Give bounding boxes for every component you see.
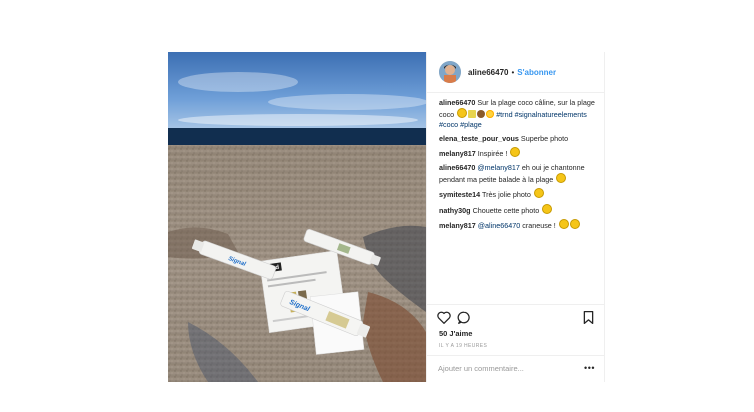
comment-input[interactable] bbox=[438, 364, 568, 373]
post-actions: 50 J'aime IL Y A 19 HEURES ••• bbox=[427, 304, 605, 383]
coconut-emoji-icon bbox=[477, 110, 486, 118]
bookmark-icon[interactable] bbox=[583, 310, 594, 329]
comment-username[interactable]: melany817 bbox=[439, 149, 476, 158]
comment-item: aline66470 @melany817 eh oui je chantonn… bbox=[439, 163, 597, 185]
comment-mention[interactable]: @melany817 bbox=[477, 163, 519, 172]
smiling-sunglasses-emoji-icon bbox=[556, 172, 567, 183]
gift-emoji-icon bbox=[468, 110, 477, 118]
post-timestamp: IL Y A 19 HEURES bbox=[439, 343, 488, 349]
comment-text: craneuse ! bbox=[522, 221, 556, 230]
post-photo[interactable]: trnd Signal Signal bbox=[168, 52, 426, 382]
likes-count[interactable]: 50 J'aime bbox=[439, 329, 472, 338]
caption-username[interactable]: aline66470 bbox=[439, 98, 475, 107]
avatar[interactable] bbox=[439, 61, 461, 83]
comment-item: nathy30g Chouette cette photo bbox=[439, 203, 597, 216]
more-options-icon[interactable]: ••• bbox=[584, 363, 595, 373]
comment-username[interactable]: aline66470 bbox=[439, 163, 475, 172]
laughing-emoji-icon bbox=[569, 219, 580, 229]
comment-username[interactable]: melany817 bbox=[439, 221, 476, 230]
comment-item: symiteste14 Très jolie photo bbox=[439, 188, 597, 200]
comment-text: Inspirée ! bbox=[477, 149, 508, 158]
comment-item: elena_teste_pour_vous Superbe photo bbox=[439, 134, 597, 144]
post-sidebar: aline66470 • S'abonner aline66470 Sur la p… bbox=[426, 52, 605, 382]
heart-icon[interactable] bbox=[437, 311, 451, 329]
smiling-emoji-icon bbox=[542, 203, 553, 214]
comment-icon[interactable] bbox=[457, 311, 471, 329]
comment-item: melany817 Inspirée ! bbox=[439, 147, 597, 159]
comment-text: Superbe photo bbox=[520, 133, 569, 143]
smiling-emoji-icon bbox=[533, 188, 544, 198]
add-comment-bar: ••• bbox=[427, 355, 605, 384]
follow-button[interactable]: S'abonner bbox=[517, 68, 556, 77]
comment-username[interactable]: elena_teste_pour_vous bbox=[439, 134, 519, 143]
post-header: aline66470 • S'abonner bbox=[427, 52, 605, 93]
header-separator: • bbox=[511, 67, 515, 77]
comment-text: Très jolie photo bbox=[482, 190, 531, 199]
comment-mention[interactable]: @aline66470 bbox=[478, 221, 520, 230]
comments-list: aline66470 Sur la plage coco câline, sur… bbox=[439, 98, 597, 235]
smiling-sunglasses-emoji-icon bbox=[457, 108, 468, 118]
caption: aline66470 Sur la plage coco câline, sur… bbox=[439, 98, 597, 130]
instagram-post: trnd Signal Signal bbox=[168, 52, 605, 382]
comment-username[interactable]: nathy30g bbox=[439, 206, 471, 215]
comment-text: Chouette cette photo bbox=[472, 205, 540, 215]
sun-emoji-icon bbox=[486, 110, 495, 118]
header-username[interactable]: aline66470 bbox=[468, 68, 508, 77]
grinning-emoji-icon bbox=[510, 147, 521, 157]
comment-item: melany817 @aline66470 craneuse ! bbox=[439, 219, 597, 231]
action-bar bbox=[437, 310, 595, 329]
laughing-emoji-icon bbox=[558, 219, 569, 229]
comment-username[interactable]: symiteste14 bbox=[439, 190, 480, 199]
